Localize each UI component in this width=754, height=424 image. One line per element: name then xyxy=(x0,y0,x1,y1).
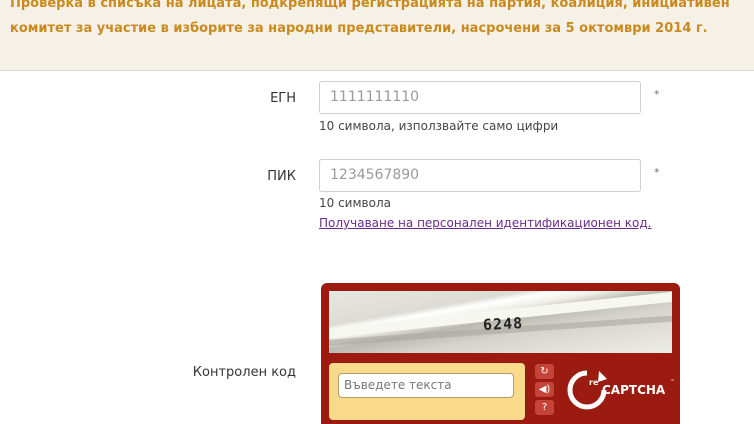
refresh-icon[interactable]: ↻ xyxy=(535,364,554,379)
pik-request-link-suffix: . xyxy=(647,216,652,230)
captcha-entry-panel: Въведете текста xyxy=(329,363,525,420)
recaptcha-brand-captcha: CAPTCHA xyxy=(602,383,666,397)
header-text: Проверка в списъка на лицата, подкрепящи… xyxy=(10,0,730,36)
pik-label: ПИК xyxy=(267,169,296,184)
help-icon[interactable]: ? xyxy=(535,400,554,415)
pik-input[interactable]: 1234567890 xyxy=(319,159,641,192)
pik-required-mark: * xyxy=(654,166,660,179)
page-header: Проверка в списъка на лицата, подкрепящи… xyxy=(0,0,754,71)
egn-required-mark: * xyxy=(654,88,660,101)
pik-request-link-text[interactable]: Получаване на персонален идентификационе… xyxy=(319,216,648,230)
captcha-label: Контролен код xyxy=(192,365,296,380)
recaptcha-brand-tm: ™ xyxy=(670,379,675,385)
egn-label: ЕГН xyxy=(270,91,296,106)
egn-input[interactable]: 1111111110 xyxy=(319,81,641,114)
captcha-input[interactable]: Въведете текста xyxy=(338,373,514,398)
audio-icon[interactable]: ◀) xyxy=(535,382,554,397)
pik-request-link[interactable]: Получаване на персонален идентификационе… xyxy=(319,216,651,230)
recaptcha-brand-re: re xyxy=(589,378,599,387)
recaptcha-widget: 6248 Въведете текста ↻ ◀) ? re CAPTCHA ™ xyxy=(321,283,680,424)
captcha-challenge-word: 6248 xyxy=(482,313,524,335)
egn-hint: 10 символа, използвайте само цифри xyxy=(319,119,559,133)
captcha-image: 6248 xyxy=(329,291,672,353)
pik-hint: 10 символа xyxy=(319,196,391,210)
